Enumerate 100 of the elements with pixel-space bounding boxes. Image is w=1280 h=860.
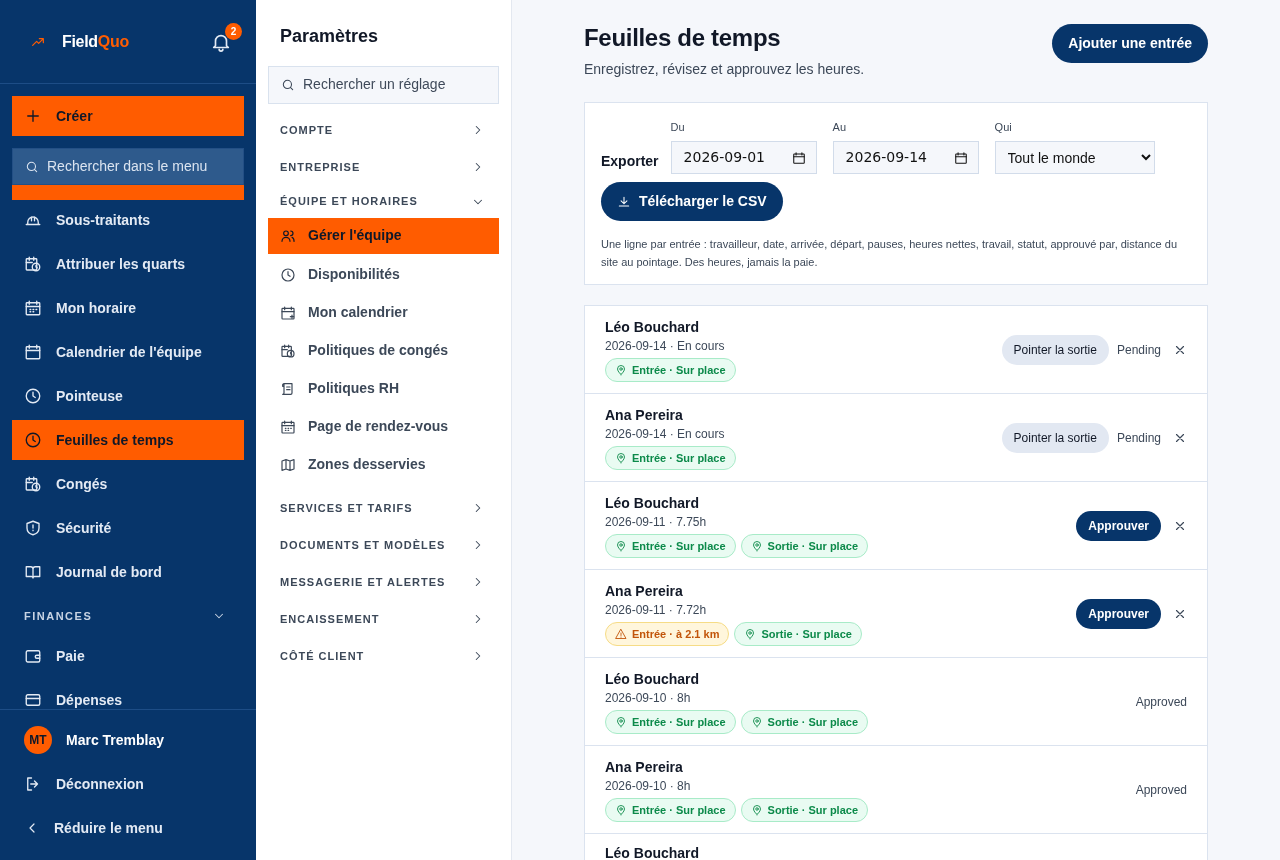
- settings-search-field[interactable]: Rechercher un réglage: [268, 65, 499, 104]
- location-tag: Sortie · Sur place: [740, 533, 869, 559]
- settings-item[interactable]: Disponibilités: [268, 255, 499, 294]
- plus-icon: [24, 107, 42, 125]
- date-input[interactable]: 2026-09-14: [843, 146, 954, 170]
- settings-item[interactable]: Politiques de congés: [268, 331, 499, 370]
- pin-icon: [615, 540, 627, 553]
- sidebar-item[interactable]: Calendrier de l'équipe: [12, 332, 244, 372]
- approve-button[interactable]: Approuver: [1076, 511, 1161, 542]
- status-text: Approved: [1135, 782, 1187, 800]
- settings-section[interactable]: ENTREPRISE: [268, 148, 499, 186]
- sidebar-item[interactable]: Dépenses: [12, 680, 244, 709]
- sidebar-item[interactable]: Sous-traitants: [12, 200, 244, 240]
- location-tag: Entrée · Sur place: [605, 709, 736, 735]
- entry-details: 2026-09-10 · 8h: [605, 689, 692, 706]
- pin-icon: [615, 452, 627, 465]
- sidebar-item[interactable]: Pointeuse: [12, 376, 244, 416]
- settings-section[interactable]: ENCAISSEMENT: [268, 600, 499, 638]
- calendar-plus-icon: [280, 304, 296, 321]
- status-text: Pending: [1116, 430, 1161, 448]
- notification-count: 2: [225, 22, 242, 40]
- who-select[interactable]: Tout le monde: [994, 141, 1155, 175]
- field-label: Du: [670, 119, 686, 135]
- user-name: Marc Tremblay: [66, 730, 165, 750]
- add-entry-button[interactable]: Ajouter une entrée: [1052, 24, 1208, 63]
- pin-icon: [615, 804, 627, 817]
- page-title: Feuilles de temps: [584, 24, 782, 53]
- location-tag: Entrée · Sur place: [605, 445, 736, 471]
- calendar-icon: [24, 343, 42, 361]
- download-csv-button[interactable]: Télécharger le CSV: [601, 182, 783, 222]
- scroll-icon: [280, 380, 296, 397]
- settings-section[interactable]: COMPTE: [268, 111, 499, 149]
- panel-title: Paramètres: [279, 26, 380, 48]
- sidebar-item[interactable]: Sécurité: [12, 508, 244, 548]
- settings-item[interactable]: Zones desservies: [268, 445, 499, 484]
- logo-text: FieldQuo: [62, 31, 129, 52]
- worker-name: Ana Pereira: [605, 405, 684, 425]
- card-icon: [24, 691, 42, 709]
- field-label: Au: [832, 119, 848, 135]
- settings-item[interactable]: Page de rendez-vous: [268, 407, 499, 446]
- location-tag: Entrée · Sur place: [605, 357, 736, 383]
- settings-item[interactable]: Politiques RH: [268, 369, 499, 408]
- users-icon: [280, 227, 296, 244]
- calendar-icon: [280, 418, 296, 435]
- sidebar-item[interactable]: Paie: [12, 636, 244, 676]
- search-input[interactable]: Rechercher dans le menu: [45, 155, 231, 178]
- clock-icon: [280, 266, 296, 283]
- menu-search-field[interactable]: Rechercher dans le menu: [12, 148, 244, 185]
- location-tag: Sortie · Sur place: [740, 797, 869, 823]
- entry-details: 2026-09-11 · 7.75h: [605, 513, 708, 530]
- export-label: Exporter: [601, 152, 659, 172]
- page-subtitle: Enregistrez, révisez et approuvez les heures.: [584, 59, 865, 79]
- logout-link[interactable]: Déconnexion: [12, 762, 244, 806]
- settings-section[interactable]: MESSAGERIE ET ALERTES: [268, 563, 499, 601]
- location-tag: Entrée · Sur place: [605, 533, 736, 559]
- entry-details: 2026-09-11 · 7.72h: [605, 601, 708, 618]
- download-icon: [617, 194, 631, 209]
- worker-name: Léo Bouchard: [605, 669, 701, 689]
- search-icon: [281, 77, 295, 92]
- location-warning-tag: Entrée · à 2.1 km: [605, 621, 730, 647]
- clock-out-button[interactable]: Pointer la sortie: [1001, 335, 1109, 366]
- sidebar-item[interactable]: Feuilles de temps: [12, 420, 244, 460]
- date-field[interactable]: 2026-09-14: [832, 141, 979, 175]
- collapse-menu-link[interactable]: Réduire le menu: [12, 806, 244, 850]
- sidebar-item[interactable]: Mon horaire: [12, 288, 244, 328]
- field-label: Qui: [994, 119, 1013, 135]
- pin-icon: [615, 716, 627, 729]
- clock-icon: [24, 431, 42, 449]
- settings-section[interactable]: CÔTÉ CLIENT: [268, 637, 499, 675]
- sidebar-item[interactable]: Journal de bord: [12, 552, 244, 592]
- section-heading: FINANCES: [24, 608, 93, 624]
- settings-item[interactable]: Gérer l'équipe: [268, 217, 499, 254]
- search-icon: [25, 159, 39, 174]
- export-note: Une ligne par entrée : travailleur, date, arrivée, départ, pauses, heures nettes, travail, statut, approuvé par, distance du site au pointage. Des heures, jamais la paie.: [601, 237, 1178, 271]
- sidebar-item[interactable]: Congés: [12, 464, 244, 504]
- book-icon: [24, 563, 42, 581]
- settings-section[interactable]: DOCUMENTS ET MODÈLES: [268, 526, 499, 564]
- create-button[interactable]: Créer: [12, 96, 244, 136]
- wallet-icon: [24, 647, 42, 665]
- calendar-clock-icon: [24, 255, 42, 273]
- pin-icon: [750, 540, 763, 553]
- calendar-clock-icon: [24, 475, 42, 493]
- entry-details: 2026-09-14 · En cours: [605, 425, 726, 442]
- approve-button[interactable]: Approuver: [1076, 599, 1161, 630]
- clock-out-button[interactable]: Pointer la sortie: [1001, 423, 1109, 454]
- pin-icon: [750, 716, 763, 729]
- shield-icon: [24, 519, 42, 537]
- date-input[interactable]: 2026-09-01: [681, 146, 792, 170]
- worker-name: Ana Pereira: [605, 581, 684, 601]
- settings-item[interactable]: Mon calendrier: [268, 293, 499, 332]
- user-avatar: MT: [24, 726, 52, 754]
- date-field[interactable]: 2026-09-01: [670, 141, 817, 175]
- clock-icon: [24, 387, 42, 405]
- calendar-icon: [791, 150, 806, 165]
- sidebar-item[interactable]: Attribuer les quarts: [12, 244, 244, 284]
- calendar-icon: [953, 150, 968, 165]
- entry-details: 2026-09-10 · 8h: [605, 777, 692, 794]
- settings-section[interactable]: SERVICES ET TARIFS: [268, 489, 499, 527]
- settings-section[interactable]: ÉQUIPE ET HORAIRES: [268, 185, 499, 218]
- search-input[interactable]: Rechercher un réglage: [301, 73, 486, 97]
